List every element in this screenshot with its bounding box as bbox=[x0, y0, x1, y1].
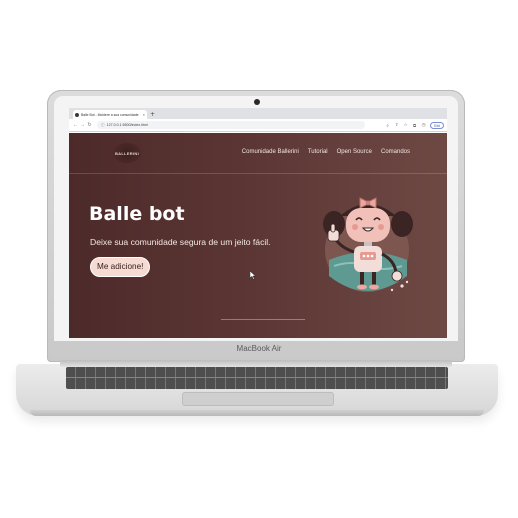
back-arrow-icon[interactable]: ← bbox=[72, 122, 79, 128]
robot-ballerina-mascot bbox=[323, 197, 413, 292]
add-me-button[interactable]: Me adicione! bbox=[90, 257, 151, 277]
logo-text: BALLERINI bbox=[114, 150, 140, 156]
laptop-hinge bbox=[60, 360, 452, 367]
toolbar-icons: ⌕ ⇪ ☆ ⧉ ◷ Edit bbox=[383, 121, 444, 129]
profile-button[interactable]: Edit bbox=[430, 121, 444, 129]
website-page: BALLERINI Comunidade Ballerini Tutorial … bbox=[69, 133, 447, 338]
scroll-indicator bbox=[221, 319, 305, 320]
site-logo[interactable]: BALLERINI bbox=[113, 143, 141, 163]
keyboard bbox=[66, 367, 448, 389]
url-text: 127.0.0.1:5500/index.html bbox=[106, 123, 148, 127]
trackpad bbox=[182, 392, 334, 406]
history-icon[interactable]: ◷ bbox=[419, 122, 428, 128]
webcam-icon bbox=[254, 99, 260, 105]
lock-icon[interactable]: ⓘ bbox=[101, 123, 105, 128]
star-icon[interactable]: ☆ bbox=[401, 122, 410, 128]
address-bar[interactable]: ⓘ 127.0.0.1:5500/index.html bbox=[97, 121, 365, 129]
tab-close-icon[interactable]: × bbox=[143, 112, 145, 117]
nav-link-tutorial[interactable]: Tutorial bbox=[308, 149, 328, 155]
nav-link-comandos[interactable]: Comandos bbox=[381, 149, 410, 155]
laptop-brand-label: MacBook Air bbox=[236, 344, 282, 353]
reload-icon[interactable]: ↻ bbox=[86, 122, 93, 128]
nav-links: Comunidade Ballerini Tutorial Open Sourc… bbox=[242, 149, 410, 155]
hero-title: Balle bot bbox=[89, 203, 185, 225]
zoom-icon[interactable]: ⌕ bbox=[383, 123, 392, 128]
laptop-base-edge bbox=[30, 410, 484, 416]
hero-subtitle: Deixe sua comunidade segura de um jeito … bbox=[90, 237, 271, 247]
browser-tab[interactable]: Balle Bot - Moldere a sua comunidade × bbox=[73, 110, 147, 119]
forward-arrow-icon[interactable]: → bbox=[79, 122, 86, 128]
favicon-icon bbox=[75, 112, 79, 117]
share-icon[interactable]: ⇪ bbox=[392, 122, 401, 128]
laptop-screen: Balle Bot - Moldere a sua comunidade × +… bbox=[69, 108, 447, 338]
browser-tab-bar: Balle Bot - Moldere a sua comunidade × + bbox=[69, 108, 447, 119]
browser-toolbar: ← → ↻ ⓘ 127.0.0.1:5500/index.html ⌕ ⇪ ☆ … bbox=[69, 119, 447, 132]
nav-link-comunidade[interactable]: Comunidade Ballerini bbox=[242, 149, 299, 155]
site-navbar: BALLERINI Comunidade Ballerini Tutorial … bbox=[69, 133, 447, 174]
nav-link-open-source[interactable]: Open Source bbox=[337, 149, 372, 155]
mouse-cursor-icon bbox=[250, 271, 256, 280]
extensions-icon[interactable]: ⧉ bbox=[410, 123, 419, 128]
new-tab-button[interactable]: + bbox=[150, 110, 155, 119]
tab-title: Balle Bot - Moldere a sua comunidade bbox=[81, 112, 139, 117]
